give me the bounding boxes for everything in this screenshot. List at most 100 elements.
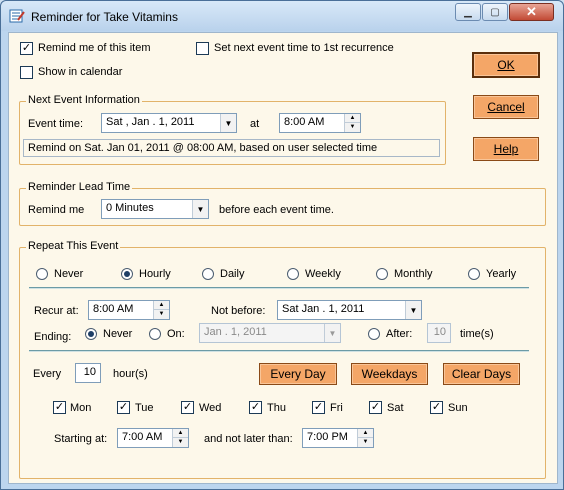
ending-never-radio[interactable] bbox=[85, 328, 97, 340]
after-count-input[interactable]: 10 bbox=[427, 323, 451, 343]
spin-down-icon[interactable]: ▼ bbox=[358, 438, 373, 447]
separator-line bbox=[29, 350, 529, 352]
spin-up-icon[interactable]: ▲ bbox=[154, 301, 169, 310]
ending-after-label: After: bbox=[386, 328, 413, 340]
weekdays-label: Weekdays bbox=[361, 367, 418, 381]
starting-at-value: 7:00 AM bbox=[122, 431, 163, 443]
event-date-picker[interactable]: Sat , Jan . 1, 2011 ▼ bbox=[101, 113, 237, 133]
every-day-label: Every Day bbox=[270, 367, 326, 381]
starting-at-spinner[interactable]: 7:00 AM ▲ ▼ bbox=[117, 428, 189, 448]
radio-never-label: Never bbox=[54, 268, 84, 280]
radio-weekly-label: Weekly bbox=[305, 268, 341, 280]
event-date-value: Sat , Jan . 1, 2011 bbox=[106, 116, 195, 128]
not-later-label: and not later than: bbox=[204, 433, 293, 445]
lead-time-select[interactable]: 0 Minutes ▼ bbox=[101, 199, 209, 219]
after-count-value: 10 bbox=[433, 326, 446, 338]
day-tue-label: Tue bbox=[135, 402, 154, 414]
maximize-icon: ▢ bbox=[490, 6, 500, 18]
cancel-button[interactable]: Cancel bbox=[473, 95, 539, 119]
day-thu-label: Thu bbox=[267, 402, 286, 414]
chevron-down-icon[interactable]: ▼ bbox=[220, 114, 236, 132]
every-value: 10 bbox=[83, 366, 96, 378]
event-time-spinner[interactable]: 8:00 AM ▲ ▼ bbox=[279, 113, 361, 133]
check-icon: ✓ bbox=[21, 42, 32, 54]
every-unit: hour(s) bbox=[113, 368, 148, 380]
spin-up-icon[interactable]: ▲ bbox=[358, 429, 373, 438]
day-fri-label: Fri bbox=[330, 402, 343, 414]
day-tue-checkbox[interactable]: ✓ bbox=[117, 401, 130, 414]
dialog-body: ✓ Remind me of this item Set next event … bbox=[8, 32, 558, 484]
not-later-spinner[interactable]: 7:00 PM ▲ ▼ bbox=[302, 428, 374, 448]
show-calendar-checkbox[interactable] bbox=[20, 66, 33, 79]
not-before-date-picker[interactable]: Sat Jan . 1, 2011 ▼ bbox=[277, 300, 422, 320]
ending-never-label: Never bbox=[103, 328, 133, 340]
day-mon-checkbox[interactable]: ✓ bbox=[53, 401, 66, 414]
radio-hourly[interactable] bbox=[121, 268, 133, 280]
reminder-window: Reminder for Take Vitamins ▁ ▢ ✕ ✓ Remin… bbox=[0, 0, 564, 490]
clear-days-button[interactable]: Clear Days bbox=[443, 363, 520, 385]
next-event-info: Remind on Sat. Jan 01, 2011 @ 08:00 AM, … bbox=[23, 139, 440, 157]
day-thu-checkbox[interactable]: ✓ bbox=[249, 401, 262, 414]
ending-after-radio[interactable] bbox=[368, 328, 380, 340]
spin-down-icon[interactable]: ▼ bbox=[345, 123, 360, 132]
radio-daily[interactable] bbox=[202, 268, 214, 280]
starting-at-label: Starting at: bbox=[54, 433, 108, 445]
every-input[interactable]: 10 bbox=[75, 363, 101, 383]
day-sat-checkbox[interactable]: ✓ bbox=[369, 401, 382, 414]
after-suffix: time(s) bbox=[460, 328, 494, 340]
radio-monthly-label: Monthly bbox=[394, 268, 433, 280]
radio-hourly-label: Hourly bbox=[139, 268, 171, 280]
spin-up-icon[interactable]: ▲ bbox=[345, 114, 360, 123]
radio-selected-dot bbox=[88, 331, 94, 337]
remind-checkbox[interactable]: ✓ bbox=[20, 42, 33, 55]
radio-monthly[interactable] bbox=[376, 268, 388, 280]
reminder-app-icon bbox=[9, 9, 25, 23]
maximize-button[interactable]: ▢ bbox=[482, 3, 508, 21]
check-icon: ✓ bbox=[118, 401, 129, 413]
set-next-checkbox[interactable] bbox=[196, 42, 209, 55]
spin-down-icon[interactable]: ▼ bbox=[173, 438, 188, 447]
time-spin-buttons[interactable]: ▲ ▼ bbox=[344, 114, 360, 132]
time-spin-buttons[interactable]: ▲ ▼ bbox=[357, 429, 373, 447]
lead-time-group-title: Reminder Lead Time bbox=[26, 181, 133, 193]
chevron-down-icon[interactable]: ▼ bbox=[324, 324, 340, 342]
every-day-button[interactable]: Every Day bbox=[259, 363, 337, 385]
day-mon-label: Mon bbox=[70, 402, 92, 414]
close-button[interactable]: ✕ bbox=[509, 3, 554, 21]
spin-up-icon[interactable]: ▲ bbox=[173, 429, 188, 438]
spin-down-icon[interactable]: ▼ bbox=[154, 310, 169, 319]
separator-line bbox=[29, 287, 529, 289]
ok-label: OK bbox=[497, 58, 515, 72]
day-sun-checkbox[interactable]: ✓ bbox=[430, 401, 443, 414]
every-label: Every bbox=[33, 368, 62, 380]
not-later-value: 7:00 PM bbox=[307, 431, 348, 443]
cancel-label: Cancel bbox=[487, 100, 525, 114]
chevron-down-icon[interactable]: ▼ bbox=[405, 301, 421, 319]
radio-weekly[interactable] bbox=[287, 268, 299, 280]
lead-time-suffix: before each event time. bbox=[219, 204, 334, 216]
set-next-label: Set next event time to 1st recurrence bbox=[214, 42, 394, 54]
clear-days-label: Clear Days bbox=[451, 367, 512, 381]
event-time-value: 8:00 AM bbox=[284, 116, 325, 128]
day-wed-checkbox[interactable]: ✓ bbox=[181, 401, 194, 414]
time-spin-buttons[interactable]: ▲ ▼ bbox=[172, 429, 188, 447]
chevron-down-icon[interactable]: ▼ bbox=[192, 200, 208, 218]
weekdays-button[interactable]: Weekdays bbox=[351, 363, 428, 385]
radio-never[interactable] bbox=[36, 268, 48, 280]
ending-on-date-value: Jan . 1, 2011 bbox=[204, 326, 267, 338]
minimize-button[interactable]: ▁ bbox=[455, 3, 481, 21]
recur-at-spinner[interactable]: 8:00 AM ▲ ▼ bbox=[88, 300, 170, 320]
ok-button[interactable]: OK bbox=[472, 52, 540, 78]
day-fri-checkbox[interactable]: ✓ bbox=[312, 401, 325, 414]
ending-on-radio[interactable] bbox=[149, 328, 161, 340]
ending-on-date-picker[interactable]: Jan . 1, 2011 ▼ bbox=[199, 323, 341, 343]
not-before-label: Not before: bbox=[211, 305, 266, 317]
help-button[interactable]: Help bbox=[473, 137, 539, 161]
title-bar: Reminder for Take Vitamins ▁ ▢ ✕ bbox=[1, 1, 563, 31]
radio-yearly[interactable] bbox=[468, 268, 480, 280]
check-icon: ✓ bbox=[250, 401, 261, 413]
time-spin-buttons[interactable]: ▲ ▼ bbox=[153, 301, 169, 319]
ending-on-label: On: bbox=[167, 328, 185, 340]
check-icon: ✓ bbox=[313, 401, 324, 413]
radio-daily-label: Daily bbox=[220, 268, 245, 280]
